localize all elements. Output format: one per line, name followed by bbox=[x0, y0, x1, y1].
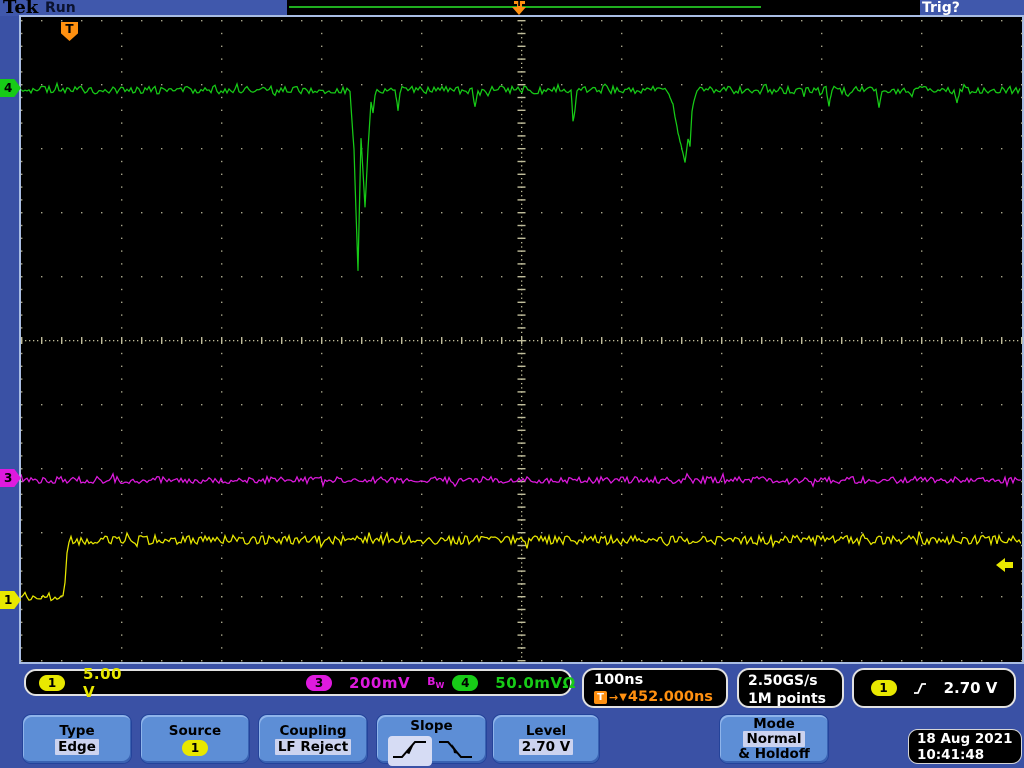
bandwidth-limit-icon: BW bbox=[427, 674, 445, 691]
trigger-source-badge: 1 bbox=[870, 680, 897, 696]
falling-slope-icon[interactable] bbox=[437, 737, 475, 765]
channel-3-position-marker[interactable]: 3 bbox=[0, 469, 21, 487]
record-length: 1M points bbox=[748, 691, 826, 707]
top-status-bar: Tek Run T Trig? bbox=[0, 0, 1024, 18]
arrow-down-icon: ▼ bbox=[619, 691, 627, 703]
channel-readout-box: 1 5.00 V 3 200mV BW 4 50.0mVΩ bbox=[24, 665, 575, 701]
datetime-box: 18 Aug 2021 10:41:48 bbox=[908, 729, 1022, 764]
slope-label: Slope bbox=[410, 718, 453, 734]
type-label: Type bbox=[59, 723, 95, 739]
mode-label: Mode bbox=[753, 715, 795, 732]
ch4-badge[interactable]: 4 bbox=[452, 674, 479, 691]
timebase-scale: 100ns bbox=[594, 672, 644, 688]
channel-4-position-marker[interactable]: 4 bbox=[0, 79, 21, 97]
waveform-display bbox=[19, 15, 1024, 664]
acquisition-status: Run bbox=[45, 0, 76, 16]
date-value: 18 Aug 2021 bbox=[917, 731, 1013, 747]
type-value: Edge bbox=[55, 739, 99, 755]
trigger-delay: T → ▼ 452.000ns bbox=[594, 689, 726, 705]
sample-rate: 2.50GS/s bbox=[748, 673, 818, 689]
level-label: Level bbox=[525, 723, 567, 739]
source-channel-badge: 1 bbox=[182, 739, 208, 756]
rising-slope-icon[interactable] bbox=[388, 736, 432, 766]
trigger-status: Trig? bbox=[922, 0, 960, 16]
menu-button-slope[interactable]: Slope bbox=[376, 714, 487, 766]
ch1-scale: 5.00 V bbox=[83, 664, 123, 701]
menu-button-mode[interactable]: Mode Normal & Holdoff bbox=[719, 714, 829, 764]
ch3-scale: 200mV bbox=[349, 673, 411, 692]
trigger-position-icon[interactable]: T bbox=[512, 0, 527, 15]
trigger-t-icon: T bbox=[594, 690, 607, 704]
menu-button-level[interactable]: Level 2.70 V bbox=[492, 714, 600, 764]
arrow-right-icon: → bbox=[609, 690, 619, 704]
trigger-level-value: 2.70 V bbox=[943, 679, 998, 697]
ch4-scale: 50.0mVΩ bbox=[495, 673, 576, 692]
menu-button-source[interactable]: Source 1 bbox=[140, 714, 250, 764]
level-value: 2.70 V bbox=[518, 739, 574, 755]
menu-button-coupling[interactable]: Coupling LF Reject bbox=[258, 714, 368, 764]
trigger-level-arrow-icon[interactable] bbox=[996, 558, 1014, 572]
horizontal-readout-box: 100ns T → ▼ 452.000ns bbox=[582, 668, 728, 708]
rising-edge-icon bbox=[913, 682, 926, 694]
coupling-value: LF Reject bbox=[274, 739, 352, 755]
mode-value-1: Normal bbox=[743, 730, 805, 747]
channel-1-position-marker[interactable]: 1 bbox=[0, 591, 21, 609]
ch3-badge[interactable]: 3 bbox=[306, 674, 333, 691]
ohm-icon: Ω bbox=[562, 673, 576, 692]
trigger-delay-value: 452.000ns bbox=[627, 689, 713, 705]
trigger-readout-box: 1 2.70 V bbox=[852, 668, 1016, 708]
record-view-bar[interactable]: T bbox=[287, 0, 920, 15]
ch1-badge[interactable]: 1 bbox=[39, 674, 65, 691]
menu-button-type[interactable]: Type Edge bbox=[22, 714, 132, 764]
time-value: 10:41:48 bbox=[917, 747, 985, 763]
source-label: Source bbox=[168, 722, 222, 739]
coupling-label: Coupling bbox=[279, 723, 347, 739]
mode-value-2: & Holdoff bbox=[738, 745, 810, 762]
acquisition-readout-box: 2.50GS/s 1M points bbox=[737, 668, 844, 708]
